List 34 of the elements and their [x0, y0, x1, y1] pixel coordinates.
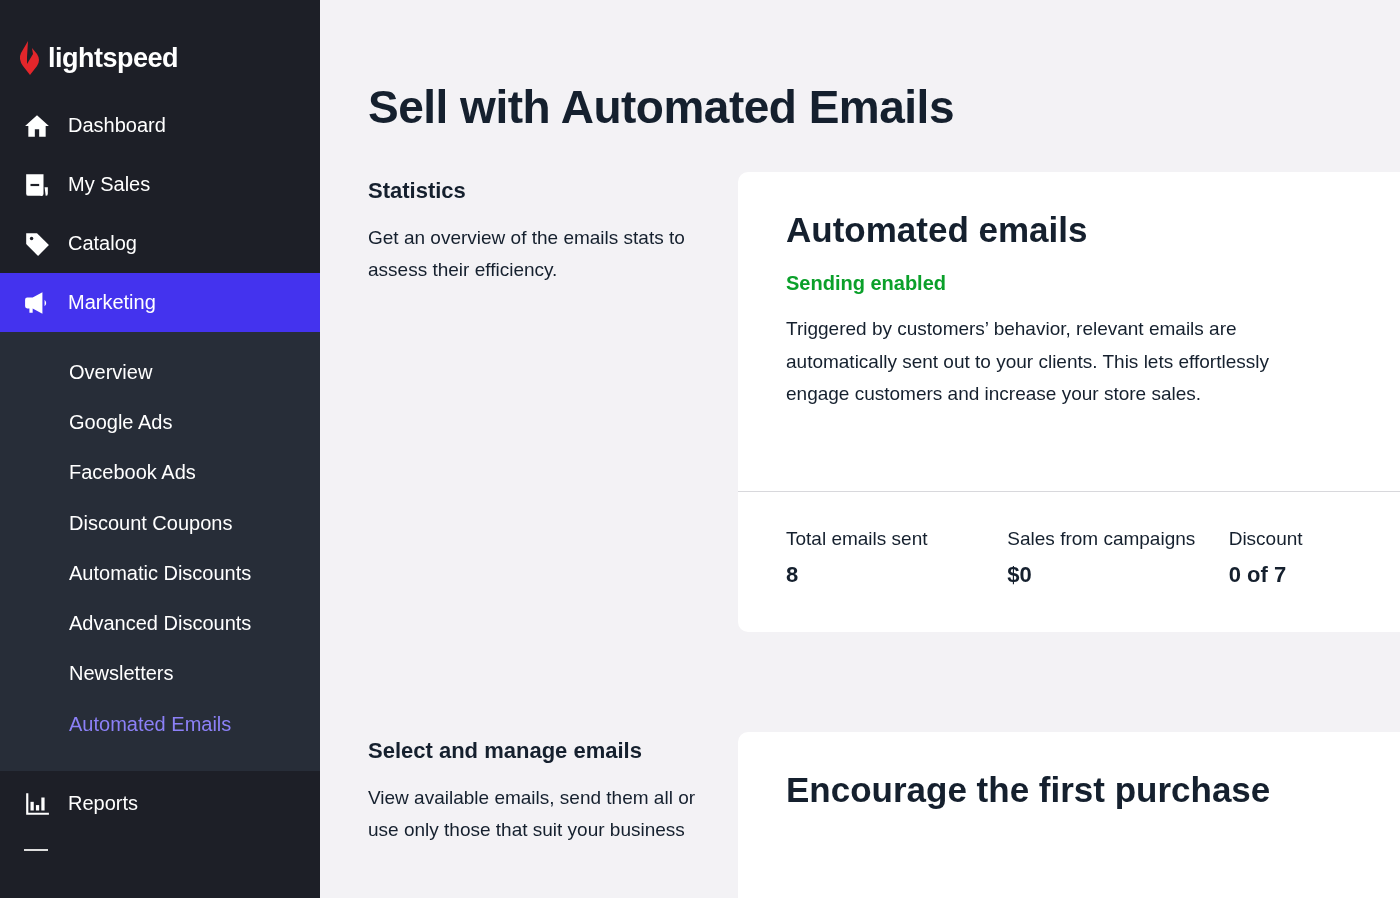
- nav-item[interactable]: Dashboard: [0, 96, 320, 155]
- logo-text: lightspeed: [48, 42, 178, 74]
- status-label: Sending enabled: [786, 272, 948, 295]
- card-title: Encourage the first purchase: [786, 770, 1272, 810]
- card-title: Automated emails: [786, 210, 1089, 250]
- nav-subitem[interactable]: Automatic Discounts: [0, 548, 320, 599]
- stat-value: $0: [1007, 562, 1033, 588]
- nav-subitem[interactable]: Automated Emails: [0, 699, 320, 750]
- nav-item[interactable]: My Sales: [0, 155, 320, 214]
- bar-chart-icon: [24, 790, 50, 817]
- nav-subitem[interactable]: Newsletters: [0, 648, 320, 700]
- section-description: View available emails, send them all or use only those that suit your business: [368, 786, 697, 842]
- logo-flame-icon: [18, 40, 42, 76]
- card-body-text: Triggered by customers’ behavior, relevant emails are automatically sent out to your clients. This lets effortlessly engage customers and increase your store sales.: [786, 317, 1270, 406]
- section-heading: Select and manage emails: [368, 738, 643, 764]
- nav-item[interactable]: Marketing: [0, 273, 320, 332]
- stat-value: 0 of 7: [1228, 562, 1288, 588]
- receipt-icon: [24, 171, 50, 198]
- page-title: Sell with Automated Emails: [368, 80, 955, 134]
- stat-label: Discount: [1228, 528, 1304, 550]
- tag-icon: [24, 230, 50, 257]
- nav-item[interactable]: Reports: [0, 774, 320, 834]
- nav-item[interactable]: Catalog: [0, 214, 320, 273]
- nav-subitem[interactable]: Overview: [0, 347, 320, 398]
- stat-label: Total emails sent: [786, 528, 929, 550]
- line-icon: [24, 849, 48, 852]
- section-description: Get an overview of the emails stats to assess their efficiency.: [368, 226, 686, 282]
- nav-subitem[interactable]: Advanced Discounts: [0, 598, 320, 649]
- stat-label: Sales from campaigns: [1007, 528, 1197, 550]
- nav-subitem[interactable]: Facebook Ads: [0, 447, 320, 498]
- section-heading: Statistics: [368, 178, 467, 204]
- nav-subitem[interactable]: Google Ads: [0, 397, 320, 448]
- stat-value: 8: [786, 562, 800, 588]
- nav-subitem[interactable]: Discount Coupons: [0, 497, 320, 549]
